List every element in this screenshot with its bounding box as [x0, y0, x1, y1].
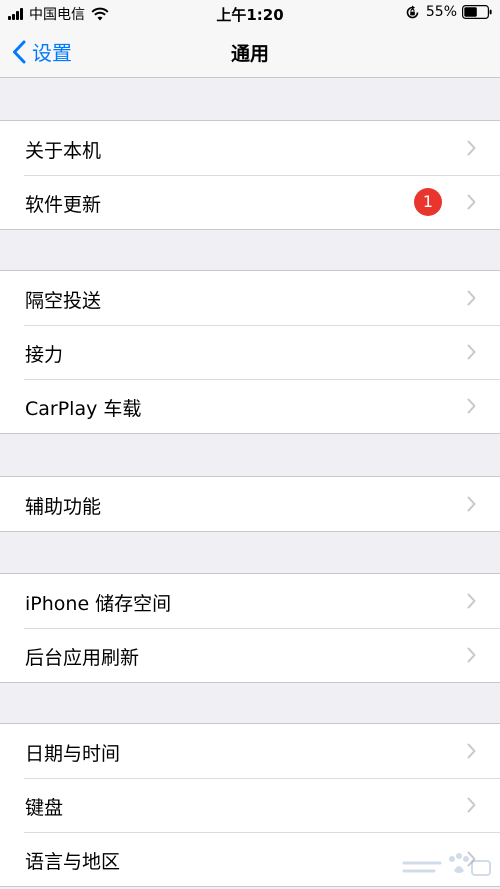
chevron-right-icon — [467, 647, 476, 663]
row-label: 键盘 — [25, 797, 64, 819]
row-label: 接力 — [25, 344, 64, 366]
row-label: 软件更新 — [25, 194, 102, 216]
chevron-right-icon — [467, 593, 476, 609]
rotation-lock-icon — [406, 5, 419, 18]
row-keyboard[interactable]: 键盘 — [0, 778, 500, 832]
row-iphone-storage[interactable]: iPhone 储存空间 — [0, 574, 500, 628]
row-label: 日期与时间 — [25, 743, 121, 765]
row-label: 辅助功能 — [25, 496, 102, 518]
battery-percentage: 55% — [425, 4, 457, 20]
row-date-time[interactable]: 日期与时间 — [0, 724, 500, 778]
settings-group-about: 关于本机 软件更新 1 — [0, 120, 500, 230]
page-title: 通用 — [230, 43, 269, 65]
row-label: 关于本机 — [25, 140, 102, 162]
chevron-right-icon — [467, 398, 476, 414]
row-software-update[interactable]: 软件更新 1 — [0, 175, 500, 229]
chevron-right-icon — [467, 194, 476, 210]
watermark-logo — [402, 853, 491, 876]
chevron-right-icon — [467, 140, 476, 156]
row-background-app-refresh[interactable]: 后台应用刷新 — [0, 628, 500, 682]
chevron-right-icon — [467, 344, 476, 360]
chevron-right-icon — [467, 290, 476, 306]
navigation-bar: 设置 通用 — [0, 28, 500, 78]
settings-group-accessibility: 辅助功能 — [0, 476, 500, 532]
battery-icon — [462, 5, 492, 19]
row-label: 隔空投送 — [25, 290, 102, 312]
row-airdrop[interactable]: 隔空投送 — [0, 271, 500, 325]
row-label: CarPlay 车载 — [25, 398, 142, 420]
settings-group-storage: iPhone 储存空间 后台应用刷新 — [0, 573, 500, 683]
chevron-right-icon — [467, 743, 476, 759]
row-about[interactable]: 关于本机 — [0, 121, 500, 175]
chevron-right-icon — [467, 496, 476, 512]
row-handoff[interactable]: 接力 — [0, 325, 500, 379]
row-label: iPhone 储存空间 — [25, 593, 172, 615]
row-carplay[interactable]: CarPlay 车载 — [0, 379, 500, 433]
status-bar: 中国电信 上午1:20 55% — [0, 0, 500, 28]
row-accessibility[interactable]: 辅助功能 — [0, 477, 500, 531]
row-label: 后台应用刷新 — [25, 647, 140, 669]
settings-group-continuity: 隔空投送 接力 CarPlay 车载 — [0, 270, 500, 434]
row-label: 语言与地区 — [25, 851, 121, 873]
chevron-right-icon — [467, 797, 476, 813]
status-right: 55% — [405, 4, 492, 20]
notification-badge: 1 — [414, 188, 442, 216]
